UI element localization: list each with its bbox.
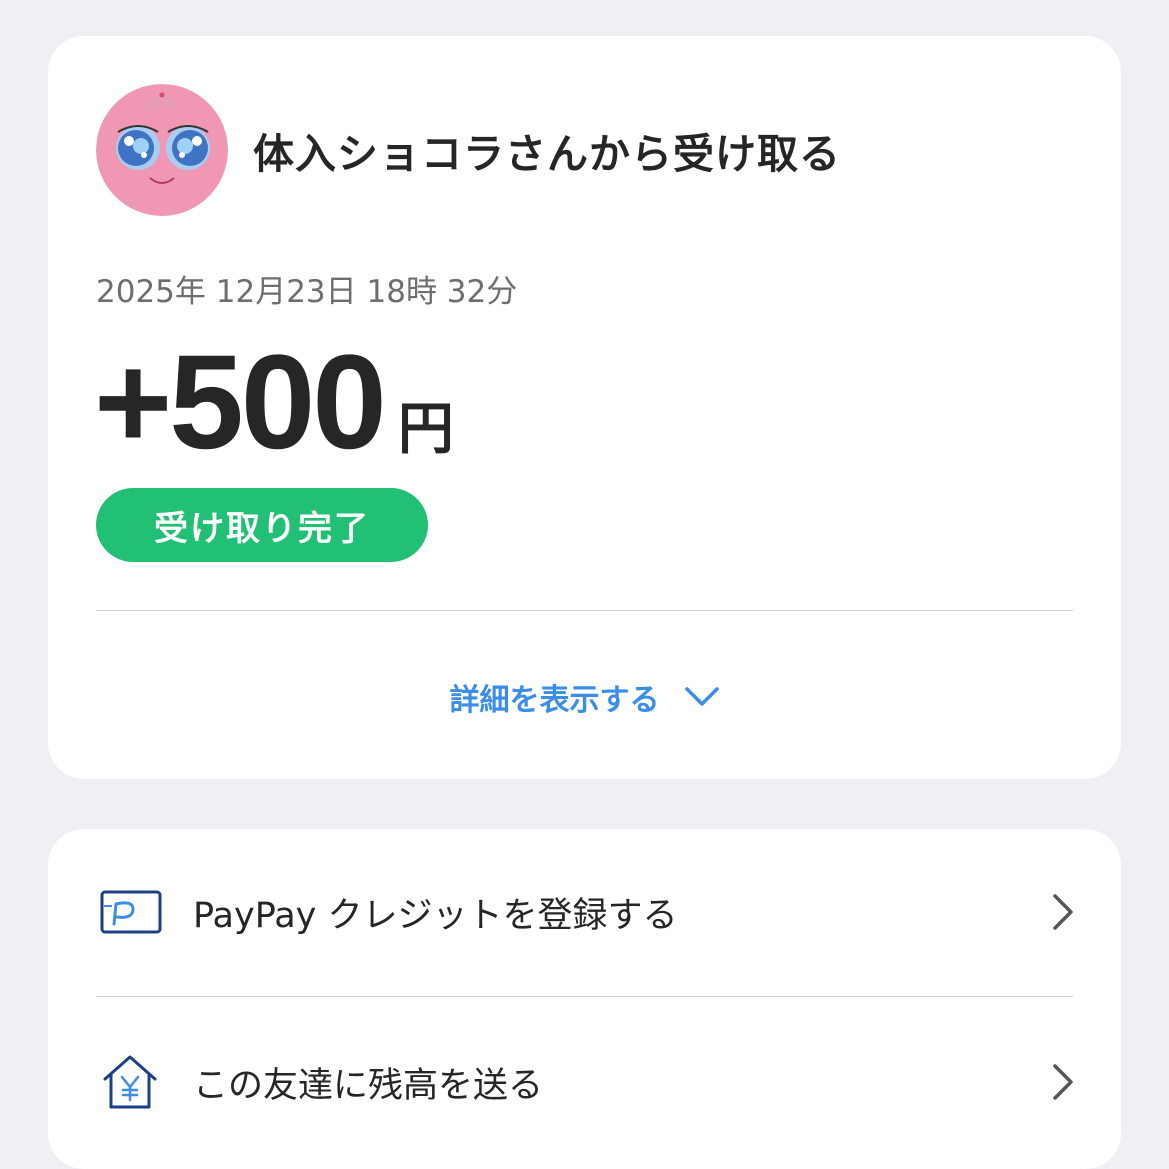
show-details-label: 詳細を表示する: [449, 683, 660, 718]
chevron-right-icon: [1051, 892, 1075, 932]
chevron-right-icon: [1051, 1062, 1075, 1102]
currency-label: 円: [397, 397, 454, 462]
register-paypay-credit-label: PayPay クレジットを登録する: [193, 895, 678, 936]
transaction-title: 体入ショコラさんから受け取る: [253, 130, 841, 178]
actions-card: PayPay クレジットを登録する この友達に残高を送る: [48, 829, 1121, 1169]
amount-value: +500: [94, 328, 387, 477]
yen-house-icon: [100, 1053, 160, 1111]
chevron-down-icon: [684, 686, 720, 708]
transaction-datetime: 2025年 12月23日 18時 32分: [96, 274, 518, 310]
status-badge: 受け取り完了: [96, 488, 428, 562]
sender-avatar: [96, 84, 228, 216]
amount-row: +500 円: [94, 326, 454, 479]
register-paypay-credit-item[interactable]: PayPay クレジットを登録する: [48, 837, 1121, 987]
transaction-card: 体入ショコラさんから受け取る 2025年 12月23日 18時 32分 +500…: [48, 36, 1121, 779]
show-details-button[interactable]: 詳細を表示する: [48, 672, 1121, 722]
divider: [96, 610, 1073, 611]
send-balance-label: この友達に残高を送る: [193, 1065, 544, 1106]
send-balance-item[interactable]: この友達に残高を送る: [48, 1007, 1121, 1157]
paypay-card-icon: [100, 890, 162, 934]
divider: [96, 996, 1073, 997]
